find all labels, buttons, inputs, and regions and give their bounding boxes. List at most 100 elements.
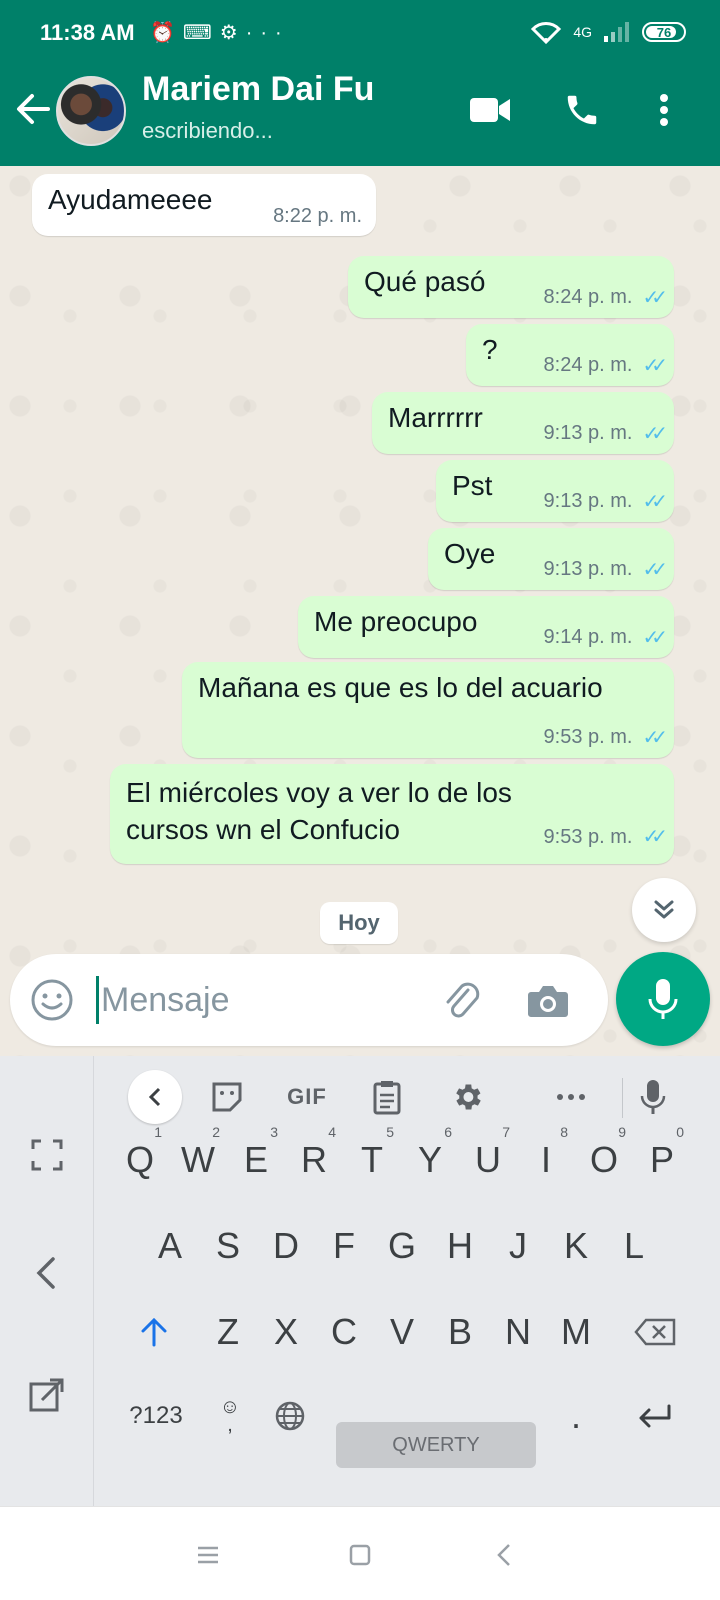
voice-message-button[interactable] [616,952,710,1046]
numbers-key[interactable]: ?123 [118,1380,194,1452]
message-meta: 9:53 p. m. ✓✓ [544,819,668,856]
key-k[interactable]: K [548,1210,604,1282]
key-c[interactable]: C [316,1296,372,1368]
video-camera-icon [470,98,510,122]
key-n[interactable]: N [490,1296,546,1368]
float-keyboard-button[interactable] [22,1370,72,1420]
key-f[interactable]: F [316,1210,372,1282]
key-hint: 2 [212,1124,220,1140]
key-hint: 6 [444,1124,452,1140]
read-receipt-icon: ✓✓ [642,423,667,445]
expand-keyboard-button[interactable] [22,1130,72,1180]
more-status-icon: ··· [245,22,290,44]
attach-button[interactable] [438,976,486,1024]
emoji-comma-key[interactable]: ☺, [202,1380,258,1452]
message-input[interactable] [96,976,426,1024]
gif-button[interactable]: GIF [280,1070,334,1124]
key-x[interactable]: X [258,1296,314,1368]
key-w[interactable]: W2 [170,1124,226,1196]
message-text: Me preocupo [314,606,478,637]
keyboard-settings-button[interactable] [440,1070,494,1124]
message-bubble[interactable]: ? 8:24 p. m. ✓✓ [466,324,674,386]
paperclip-icon [446,982,480,1018]
key-b[interactable]: B [432,1296,488,1368]
overflow-menu-button[interactable] [642,88,686,132]
soft-keyboard: GIF Q1 W2 E3 R4 T5 Y6 U7 I8 O9 P0 A S D … [0,1056,720,1506]
message-time: 8:24 p. m. [543,354,633,376]
enter-key[interactable] [620,1380,690,1452]
video-call-button[interactable] [468,88,512,132]
message-bubble[interactable]: Qué pasó 8:24 p. m. ✓✓ [348,256,674,318]
clipboard-icon [373,1081,401,1115]
keyboard-icon: ⌨ [182,22,220,44]
key-l[interactable]: L [606,1210,662,1282]
key-r[interactable]: R4 [286,1124,342,1196]
key-u[interactable]: U7 [460,1124,516,1196]
voice-typing-button[interactable] [626,1070,680,1124]
contact-avatar[interactable] [56,76,126,146]
emoji-button[interactable] [28,976,76,1024]
key-e[interactable]: E3 [228,1124,284,1196]
wifi-icon [531,22,562,44]
message-text: Ayudameeee [48,184,213,215]
key-t[interactable]: T5 [344,1124,400,1196]
message-meta: 9:13 p. m. ✓✓ [544,557,668,582]
key-v[interactable]: V [374,1296,430,1368]
message-bubble[interactable]: El miércoles voy a ver lo de los cursos … [110,764,674,864]
message-bubble[interactable]: Me preocupo 9:14 p. m. ✓✓ [298,596,674,658]
message-time: 8:24 p. m. [543,286,633,308]
key-g[interactable]: G [374,1210,430,1282]
keyboard-left-arrow[interactable] [22,1248,72,1298]
back-button[interactable] [14,90,52,128]
scroll-to-bottom-button[interactable] [632,878,696,942]
chevron-left-icon [36,1257,55,1289]
key-q[interactable]: Q1 [112,1124,168,1196]
system-back-button[interactable] [484,1535,524,1575]
space-bar[interactable]: QWERTY [336,1422,536,1468]
key-label: Y [417,1139,442,1180]
message-bubble[interactable]: Pst 9:13 p. m. ✓✓ [436,460,674,522]
chevron-left-icon [148,1087,161,1107]
message-text: Marrrrrr [388,402,483,433]
key-h[interactable]: H [432,1210,488,1282]
key-z[interactable]: Z [200,1296,256,1368]
key-o[interactable]: O9 [576,1124,632,1196]
message-bubble[interactable]: Oye 9:13 p. m. ✓✓ [428,528,674,590]
backspace-key[interactable] [620,1296,690,1368]
key-label: R [301,1139,327,1180]
key-p[interactable]: P0 [634,1124,690,1196]
camera-button[interactable] [524,976,572,1024]
key-m[interactable]: M [548,1296,604,1368]
home-button[interactable] [340,1535,380,1575]
period-key[interactable]: . [548,1380,604,1452]
message-bubble[interactable]: Marrrrrr 9:13 p. m. ✓✓ [372,392,674,454]
settings-status-icon: ⚙ [219,22,246,44]
phone-icon [567,95,597,125]
key-i[interactable]: I8 [518,1124,574,1196]
arrow-left-icon [17,94,50,124]
recents-button[interactable] [188,1535,228,1575]
key-label: P [649,1139,674,1180]
message-bubble[interactable]: Ayudameeee 8:22 p. m. [32,174,376,236]
key-a[interactable]: A [142,1210,198,1282]
key-y[interactable]: Y6 [402,1124,458,1196]
voice-call-button[interactable] [560,88,604,132]
key-s[interactable]: S [200,1210,256,1282]
toolbar-more-button[interactable] [544,1070,598,1124]
key-j[interactable]: J [490,1210,546,1282]
status-time: 11:38 AM [40,20,135,45]
sticker-button[interactable] [200,1070,254,1124]
language-key[interactable] [262,1380,318,1452]
key-d[interactable]: D [258,1210,314,1282]
clipboard-button[interactable] [360,1070,414,1124]
message-time: 9:13 p. m. [543,422,633,444]
toolbar-back-button[interactable] [128,1070,182,1124]
key-hint: 0 [676,1124,684,1140]
chat-area[interactable]: Ayudameeee 8:22 p. m. Qué pasó 8:24 p. m… [0,166,720,1056]
message-bubble[interactable]: Mañana es que es lo del acuario 9:53 p. … [182,662,674,758]
shift-arrow-icon [141,1317,167,1347]
contact-name[interactable]: Mariem Dai Fu [142,70,374,109]
key-hint: 3 [270,1124,278,1140]
keyboard-side-panel [0,1056,94,1506]
shift-key[interactable] [126,1296,182,1368]
